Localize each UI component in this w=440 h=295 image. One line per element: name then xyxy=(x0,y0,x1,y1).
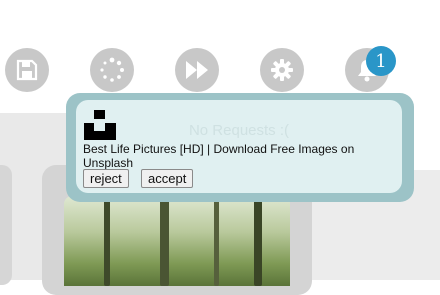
accept-button[interactable]: accept xyxy=(141,169,194,188)
loading-button[interactable] xyxy=(90,48,134,92)
settings-button[interactable] xyxy=(260,48,304,92)
save-button[interactable] xyxy=(5,48,49,92)
floppy-disk-icon xyxy=(16,59,38,81)
loading-spinner-icon xyxy=(100,57,124,82)
reject-button[interactable]: reject xyxy=(83,169,129,188)
gear-icon xyxy=(271,59,293,81)
unsplash-logo-icon xyxy=(84,110,116,140)
requests-popup: No Requests :( Best Life Pictures [HD] |… xyxy=(66,93,414,202)
request-card: No Requests :( Best Life Pictures [HD] |… xyxy=(76,100,402,193)
notification-count-badge: 1 xyxy=(366,46,396,76)
request-site-title: Best Life Pictures [HD] | Download Free … xyxy=(83,142,355,170)
background-card-left xyxy=(0,165,12,285)
fast-forward-button[interactable] xyxy=(175,48,219,92)
fast-forward-icon xyxy=(186,61,208,79)
forest-photo xyxy=(64,196,290,286)
empty-requests-text: No Requests :( xyxy=(188,122,290,139)
